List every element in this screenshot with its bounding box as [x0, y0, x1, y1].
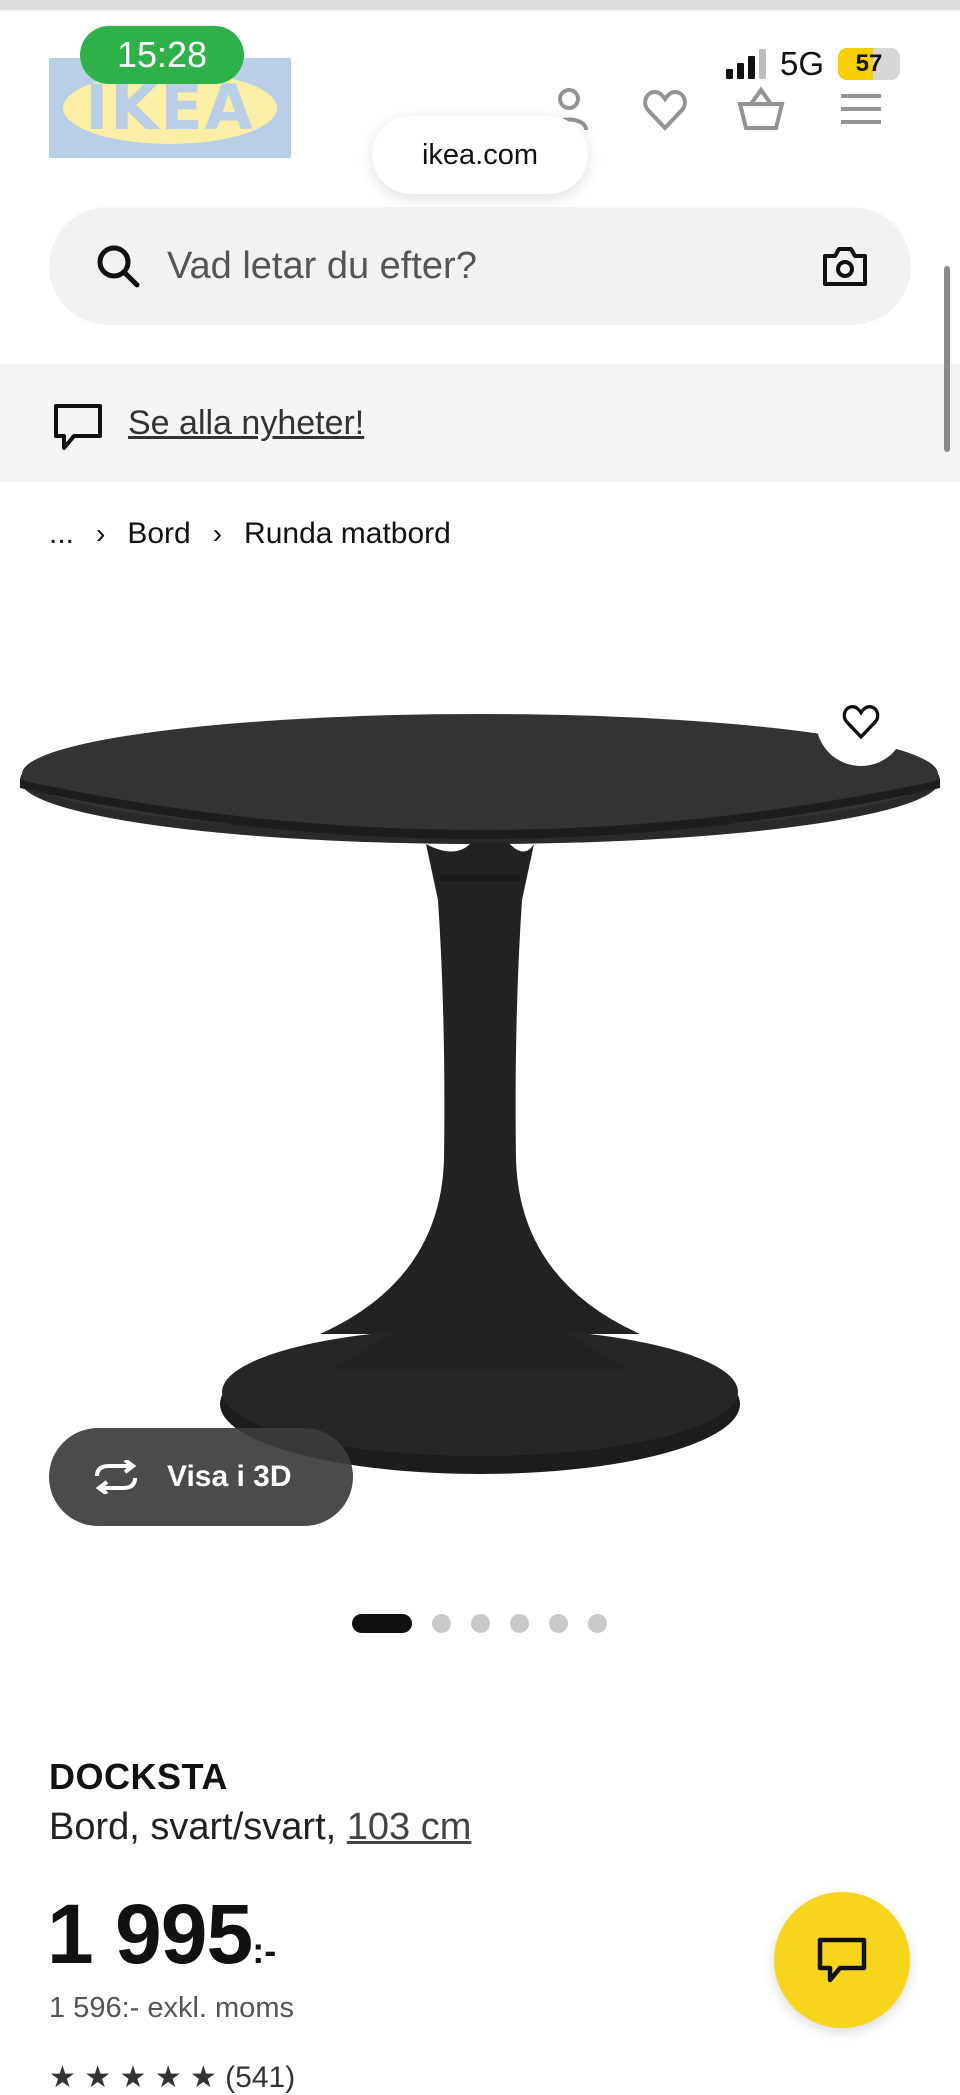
price-value: 1 995 — [47, 1887, 253, 1981]
view-3d-button[interactable]: Visa i 3D — [49, 1428, 353, 1526]
product-price: 1 995:- — [47, 1886, 276, 1983]
chat-button[interactable] — [774, 1892, 910, 2028]
breadcrumb: ... › Bord › Runda matbord — [49, 514, 451, 554]
scrollbar[interactable] — [944, 266, 950, 452]
status-time: 15:28 — [80, 26, 244, 84]
camera-icon[interactable] — [821, 244, 869, 288]
gallery-dot[interactable] — [588, 1614, 607, 1633]
gallery-dot[interactable] — [549, 1614, 568, 1633]
breadcrumb-bord[interactable]: Bord — [127, 514, 190, 554]
chevron-right-icon: › — [212, 518, 223, 549]
url-pill[interactable]: ikea.com — [372, 116, 588, 194]
news-link[interactable]: Se alla nyheter! — [128, 400, 364, 446]
menu-icon[interactable] — [836, 84, 886, 134]
speech-bubble-icon — [54, 404, 102, 450]
basket-icon[interactable] — [736, 84, 786, 134]
gallery-dot[interactable] — [510, 1614, 529, 1633]
search-bar[interactable] — [49, 207, 911, 325]
search-icon — [97, 245, 140, 288]
product-type: Bord, svart/svart, — [49, 1806, 337, 1848]
gallery-dot-active[interactable] — [352, 1614, 412, 1633]
heart-icon[interactable] — [640, 84, 690, 134]
signal-icon — [725, 49, 766, 79]
price-excl-vat: 1 596:- exkl. moms — [49, 1992, 294, 2024]
breadcrumb-runda-matbord[interactable]: Runda matbord — [244, 514, 451, 554]
news-banner: Se alla nyheter! — [0, 364, 960, 482]
rotate-3d-icon — [95, 1460, 137, 1494]
browser-top-edge — [0, 0, 960, 10]
product-name: DOCKSTA — [49, 1756, 228, 1797]
status-bar-right: 5G 57 — [725, 44, 900, 84]
gallery-dot[interactable] — [471, 1614, 490, 1633]
heart-icon — [842, 705, 880, 740]
chevron-right-icon: › — [96, 518, 106, 549]
network-label: 5G — [779, 45, 824, 82]
battery-level: 57 — [855, 50, 883, 77]
product-image[interactable] — [0, 680, 960, 1510]
product-size-link[interactable]: 103 cm — [347, 1806, 472, 1848]
view-3d-label: Visa i 3D — [167, 1460, 292, 1493]
gallery-pagination — [352, 1614, 607, 1633]
product-description: Bord, svart/svart, 103 cm — [49, 1806, 471, 1849]
favorite-button[interactable] — [816, 676, 906, 766]
search-input[interactable] — [167, 207, 807, 325]
breadcrumb-ellipsis[interactable]: ... — [49, 514, 74, 554]
price-suffix: :- — [252, 1930, 277, 1971]
gallery-dot[interactable] — [432, 1614, 451, 1633]
battery-icon: 57 — [838, 48, 900, 80]
chat-icon — [817, 1937, 867, 1983]
